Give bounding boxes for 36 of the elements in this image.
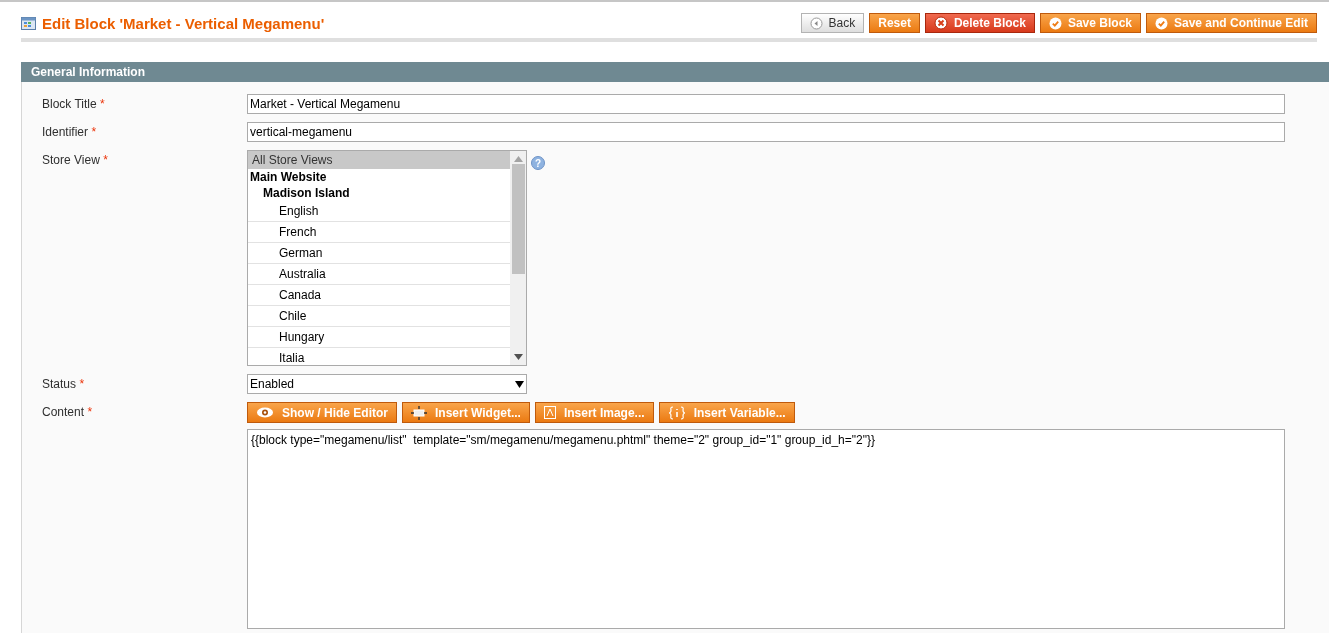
widget-icon (411, 405, 427, 420)
close-icon (933, 16, 948, 30)
section-header: General Information (21, 62, 1329, 82)
status-dropdown[interactable]: Enabled (247, 374, 527, 394)
eye-icon (256, 407, 274, 418)
image-icon (543, 406, 556, 419)
field-label: Content * (42, 404, 94, 419)
block-title-field[interactable]: Market - Vertical Megamenu (247, 94, 1285, 114)
field-label: Status * (42, 376, 86, 391)
store-view-option[interactable]: Main Website (248, 169, 510, 185)
store-view-option[interactable]: French (248, 222, 510, 243)
scrollbar-thumb[interactable] (511, 164, 525, 274)
content-textarea[interactable]: {{block type="megamenu/list" template="sm/megamenu/megamenu.phtml" theme="2" group_id="1" group_id_h="2"}} (247, 429, 1285, 629)
page-title: Edit Block 'Market - Vertical Megamenu' (42, 14, 325, 32)
store-view-listbox[interactable]: All Store Views Main Website Madison Island English French German Australia Canada Chile Hungary Italia (247, 150, 527, 366)
store-view-option[interactable]: Hungary (248, 327, 510, 348)
field-label: Store View * (42, 152, 109, 167)
scroll-up-icon[interactable] (513, 156, 523, 162)
check-icon (1155, 16, 1168, 30)
back-button[interactable]: Back (800, 13, 865, 33)
store-view-option[interactable]: Australia (248, 264, 510, 285)
store-view-option[interactable]: Canada (248, 285, 510, 306)
variable-icon (667, 405, 686, 420)
field-label: Block Title * (42, 96, 106, 111)
store-view-option[interactable]: English (248, 201, 510, 222)
grid-icon (21, 16, 36, 30)
scroll-down-icon[interactable] (513, 354, 523, 360)
identifier-field[interactable]: vertical-megamenu (247, 122, 1285, 142)
check-icon (1048, 16, 1062, 30)
store-view-option[interactable]: Madison Island (248, 185, 510, 201)
field-label: Identifier * (42, 124, 98, 139)
delete-button[interactable]: Delete Block (924, 13, 1035, 33)
store-view-option[interactable]: All Store Views (248, 151, 510, 169)
store-view-option[interactable]: Chile (248, 306, 510, 327)
store-view-option[interactable]: German (248, 243, 510, 264)
caret-icon (515, 380, 524, 388)
